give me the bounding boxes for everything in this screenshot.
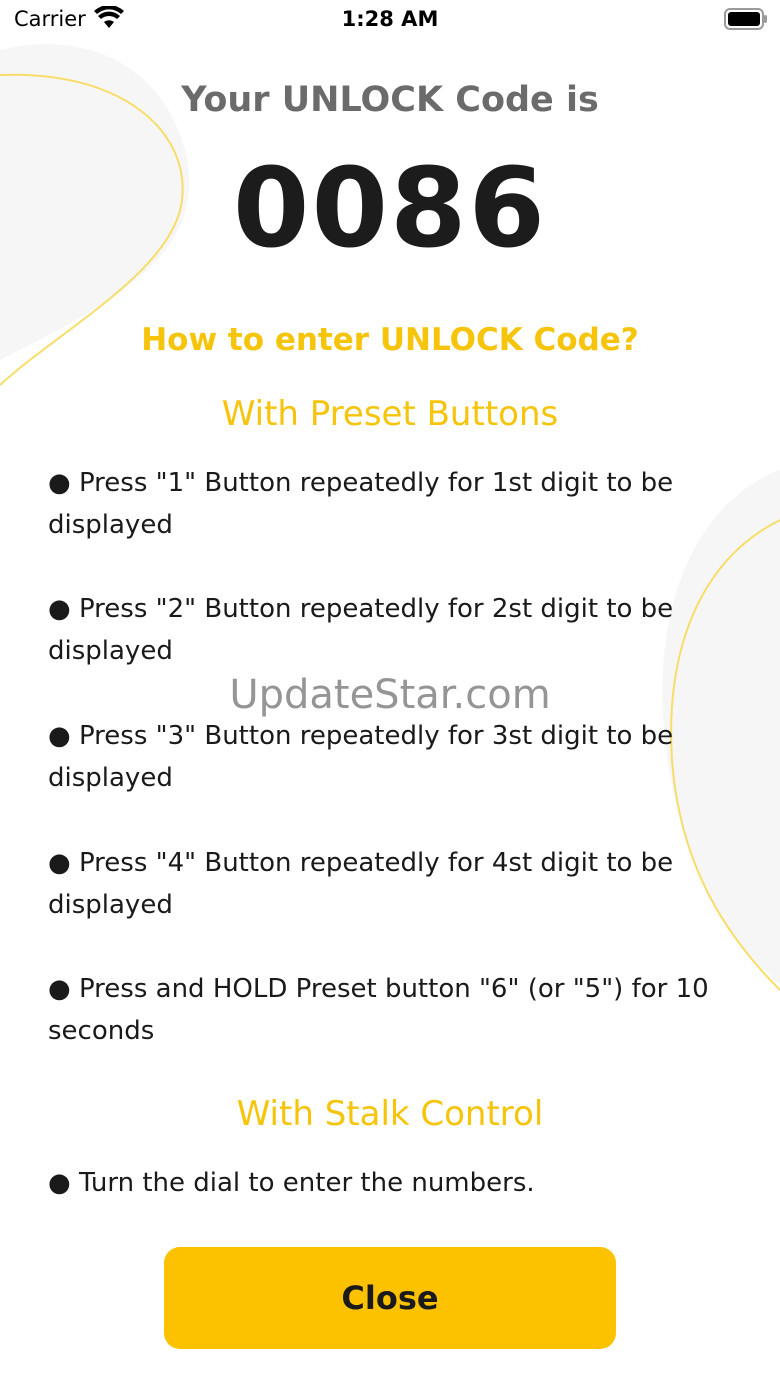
battery-icon: [724, 8, 767, 30]
status-bar: Carrier 1:28 AM: [0, 0, 780, 40]
instruction-item: ● Turn the dial to enter the numbers.: [48, 1168, 535, 1198]
stalk-section-title: With Stalk Control: [236, 1094, 544, 1134]
watermark: UpdateStar.com: [229, 672, 551, 718]
instruction-item: ● Press "2" Button repeatedly for 2st di…: [48, 594, 674, 666]
preset-section-title: With Preset Buttons: [221, 394, 559, 434]
unlock-code-value: 0086: [232, 144, 548, 272]
close-button-label: Close: [341, 1279, 439, 1317]
instruction-item: ● Press "3" Button repeatedly for 3st di…: [48, 721, 674, 793]
instruction-item: ● Press "1" Button repeatedly for 1st di…: [48, 468, 674, 540]
howto-title: How to enter UNLOCK Code?: [141, 322, 639, 358]
close-button[interactable]: Close: [164, 1247, 616, 1349]
unlock-code-screen: Carrier 1:28 AM Your UNLOCK Code is 0086…: [0, 0, 780, 1387]
instruction-item: ● Press and HOLD Preset button "6" (or "…: [48, 974, 709, 1046]
instruction-item: ● Press "4" Button repeatedly for 4st di…: [48, 848, 674, 920]
unlock-heading: Your UNLOCK Code is: [181, 80, 599, 120]
status-time: 1:28 AM: [341, 7, 439, 31]
